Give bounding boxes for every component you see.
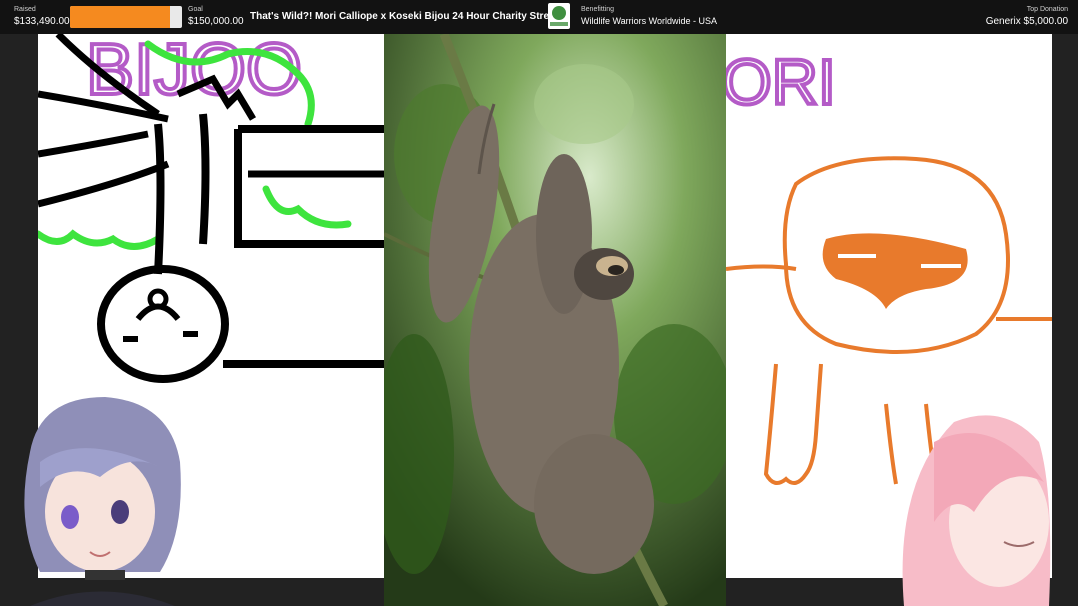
wildlife-warriors-logo-icon <box>548 3 570 29</box>
donation-bar: Raised $133,490.00 Goal $150,000.00 That… <box>0 0 1078 34</box>
benefitting-value: Wildlife Warriors Worldwide - USA <box>581 16 718 26</box>
stream-canvas: BIJOO ORI <box>0 34 1078 606</box>
top-donation-label: Top Donation <box>1026 6 1068 13</box>
sloth-photo <box>384 34 726 606</box>
top-donation-value: Generix $5,000.00 <box>985 16 1068 27</box>
drawing-text-ori: ORI <box>726 46 836 118</box>
donation-progress-bar <box>70 6 182 28</box>
raised-label: Raised <box>14 6 36 13</box>
bijou-avatar-icon <box>10 392 185 606</box>
raised-value: $133,490.00 <box>14 16 70 27</box>
stream-title: That's Wild?! Mori Calliope x Koseki Bij… <box>250 11 564 22</box>
drawing-text-bijoo: BIJOO <box>86 34 302 110</box>
donation-progress-fill <box>70 6 170 28</box>
goal-label: Goal <box>188 6 203 13</box>
goal-value: $150,000.00 <box>188 16 244 27</box>
benefitting-label: Benefitting <box>581 6 615 13</box>
mori-avatar-icon <box>894 402 1054 606</box>
